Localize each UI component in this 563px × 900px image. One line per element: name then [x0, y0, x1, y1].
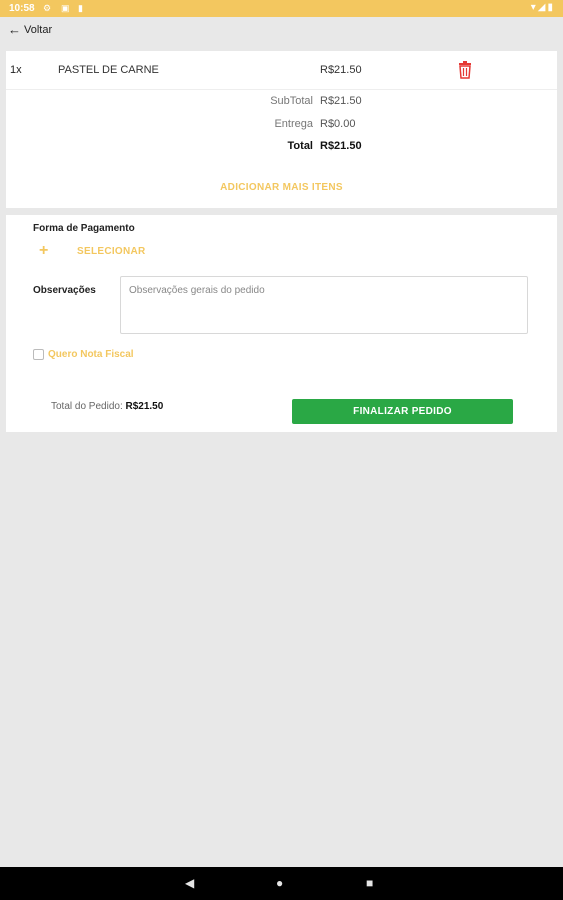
item-price: R$21.50	[320, 64, 362, 76]
total-value: R$21.50	[320, 140, 362, 152]
order-total-label: Total do Pedido:	[51, 401, 123, 412]
invoice-label: Quero Nota Fiscal	[48, 349, 134, 360]
delete-item-icon[interactable]	[458, 61, 472, 79]
notes-input[interactable]	[120, 276, 528, 334]
sim-icon: ▣	[61, 3, 70, 13]
select-payment-button[interactable]: + SELECIONAR	[39, 242, 146, 260]
plus-icon: +	[39, 242, 49, 259]
select-payment-label: SELECIONAR	[77, 245, 146, 257]
nav-recents-icon[interactable]: ■	[366, 876, 373, 890]
gear-icon: ⚙	[43, 3, 52, 13]
item-name: PASTEL DE CARNE	[58, 64, 159, 76]
cart-item-row: 1x PASTEL DE CARNE R$21.50	[6, 51, 557, 90]
back-label: Voltar	[24, 23, 53, 36]
arrow-left-icon: ←	[8, 22, 21, 37]
status-time: 10:58	[9, 3, 35, 14]
back-button[interactable]: ← Voltar	[8, 23, 52, 36]
total-label: Total	[287, 140, 313, 152]
checkout-card: Forma de Pagamento + SELECIONAR Observaç…	[6, 215, 557, 432]
order-total-value: R$21.50	[125, 401, 164, 412]
subtotal-label: SubTotal	[270, 95, 313, 107]
nav-home-icon[interactable]: ●	[276, 876, 283, 890]
payment-method-title: Forma de Pagamento	[33, 223, 135, 234]
system-nav-bar: ◀ ● ■	[0, 867, 563, 900]
nav-back-icon[interactable]: ◀	[185, 876, 194, 890]
cart-card: 1x PASTEL DE CARNE R$21.50 SubTotal R$21…	[6, 51, 557, 208]
subtotal-value: R$21.50	[320, 95, 362, 107]
order-total: Total do Pedido: R$21.50	[51, 401, 163, 412]
delivery-label: Entrega	[274, 118, 313, 130]
item-quantity: 1x	[10, 64, 22, 76]
notes-label: Observações	[33, 285, 96, 296]
status-bar: 10:58 ⚙ ▣ ▮ ▾◢▮	[0, 0, 563, 17]
finalize-order-button[interactable]: FINALIZAR PEDIDO	[292, 399, 513, 424]
add-more-items-button[interactable]: ADICIONAR MAIS ITENS	[6, 182, 557, 193]
invoice-checkbox[interactable]: Quero Nota Fiscal	[33, 349, 134, 360]
wifi-icon: ▾	[530, 2, 538, 13]
checkbox-icon[interactable]	[33, 349, 44, 360]
delivery-value: R$0.00	[320, 118, 356, 130]
status-right-icons: ▾◢▮	[531, 2, 555, 13]
clipboard-icon: ▮	[78, 3, 83, 13]
battery-icon: ▮	[547, 2, 555, 13]
